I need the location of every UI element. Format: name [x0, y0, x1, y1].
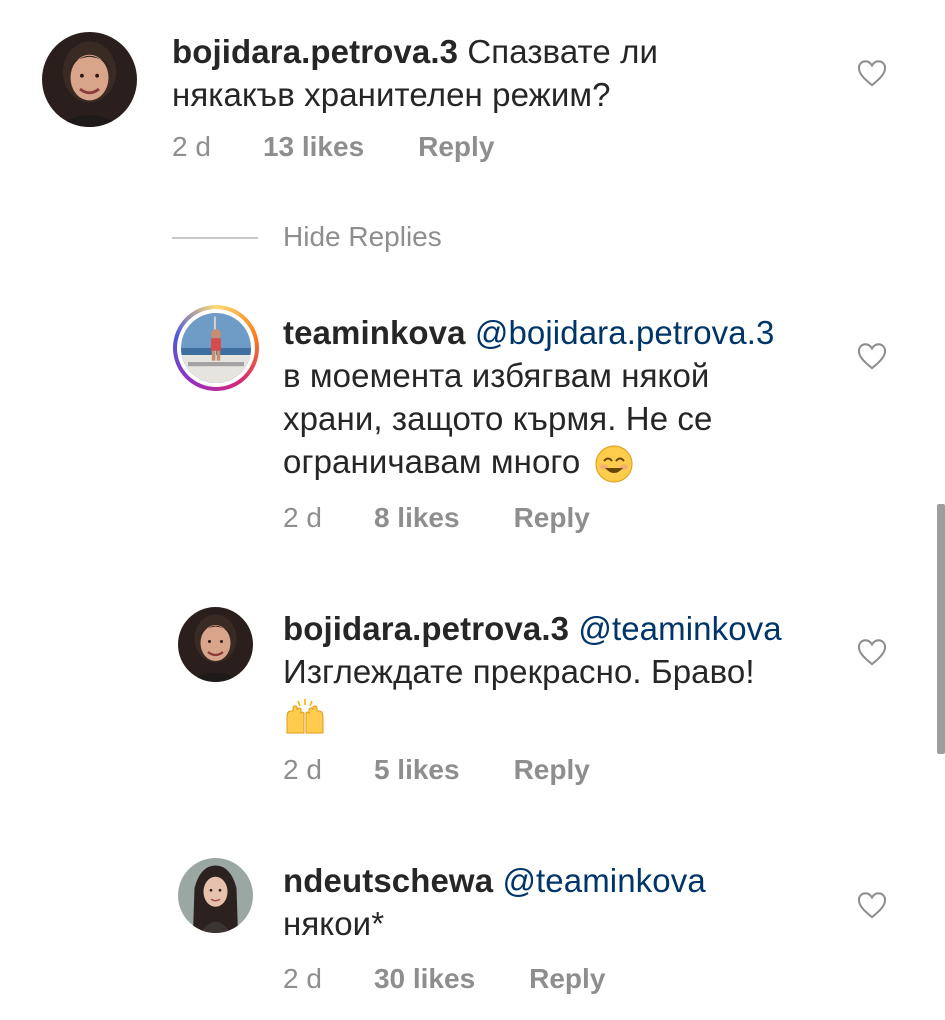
comment-text: teaminkova @bojidara.petrova.3 в моемент…	[283, 311, 843, 484]
comment-text: bojidara.petrova.3 Спазвате ли някакъв х…	[172, 30, 832, 116]
comment-body: някои*	[283, 905, 385, 942]
comment-username[interactable]: bojidara.petrova.3	[283, 610, 569, 647]
avatar-bojidara[interactable]	[42, 32, 137, 127]
reply-button[interactable]: Reply	[529, 963, 605, 995]
comment-body: Спазвате ли	[467, 33, 659, 70]
comment-time: 2 d	[283, 502, 322, 533]
comment-username[interactable]: ndeutschewa	[283, 862, 493, 899]
comment-username[interactable]: teaminkova	[283, 314, 466, 351]
comment-time: 2 d	[283, 754, 322, 785]
comment-time: 2 d	[283, 963, 322, 994]
reply-button[interactable]: Reply	[418, 131, 494, 163]
comment-username[interactable]: bojidara.petrova.3	[172, 33, 458, 70]
comment-meta: 2 d 8 likes Reply	[283, 502, 590, 534]
comment-likes[interactable]: 30 likes	[374, 963, 475, 995]
like-heart-icon[interactable]	[857, 891, 887, 919]
comment-body: Изглеждате прекрасно. Браво!	[283, 653, 755, 690]
reply-button[interactable]: Reply	[514, 502, 590, 534]
like-heart-icon[interactable]	[857, 342, 887, 370]
comment-meta: 2 d 13 likes Reply	[172, 131, 494, 163]
avatar-teaminkova[interactable]	[173, 305, 259, 391]
raising-hands-emoji	[283, 697, 327, 737]
comment-likes[interactable]: 8 likes	[374, 502, 460, 534]
smiling-face-emoji	[594, 444, 634, 484]
comment-body: някакъв хранителен режим?	[172, 76, 611, 113]
avatar-ndeutschewa[interactable]	[178, 858, 253, 933]
comment-mention[interactable]: @bojidara.petrova.3	[475, 314, 775, 351]
comment-body: храни, защото кърмя. Не се	[283, 400, 713, 437]
comment-body: в моемента избягвам някой	[283, 357, 710, 394]
comment-mention[interactable]: @teaminkova	[578, 610, 781, 647]
scrollbar[interactable]	[937, 504, 945, 754]
like-heart-icon[interactable]	[857, 638, 887, 666]
reply-button[interactable]: Reply	[514, 754, 590, 786]
comment-mention[interactable]: @teaminkova	[502, 862, 705, 899]
comment-text: ndeutschewa @teaminkova някои*	[283, 859, 843, 945]
comment-body: ограничавам много	[283, 443, 581, 480]
hide-replies-button[interactable]: Hide Replies	[283, 221, 442, 253]
comment-likes[interactable]: 13 likes	[263, 131, 364, 163]
like-heart-icon[interactable]	[857, 59, 887, 87]
comment-text: bojidara.petrova.3 @teaminkova Изглеждат…	[283, 607, 843, 737]
comment-likes[interactable]: 5 likes	[374, 754, 460, 786]
avatar-bojidara[interactable]	[178, 607, 253, 682]
comment-time: 2 d	[172, 131, 211, 162]
comment-meta: 2 d 30 likes Reply	[283, 963, 605, 995]
hide-replies-divider	[172, 237, 258, 239]
comment-meta: 2 d 5 likes Reply	[283, 754, 590, 786]
